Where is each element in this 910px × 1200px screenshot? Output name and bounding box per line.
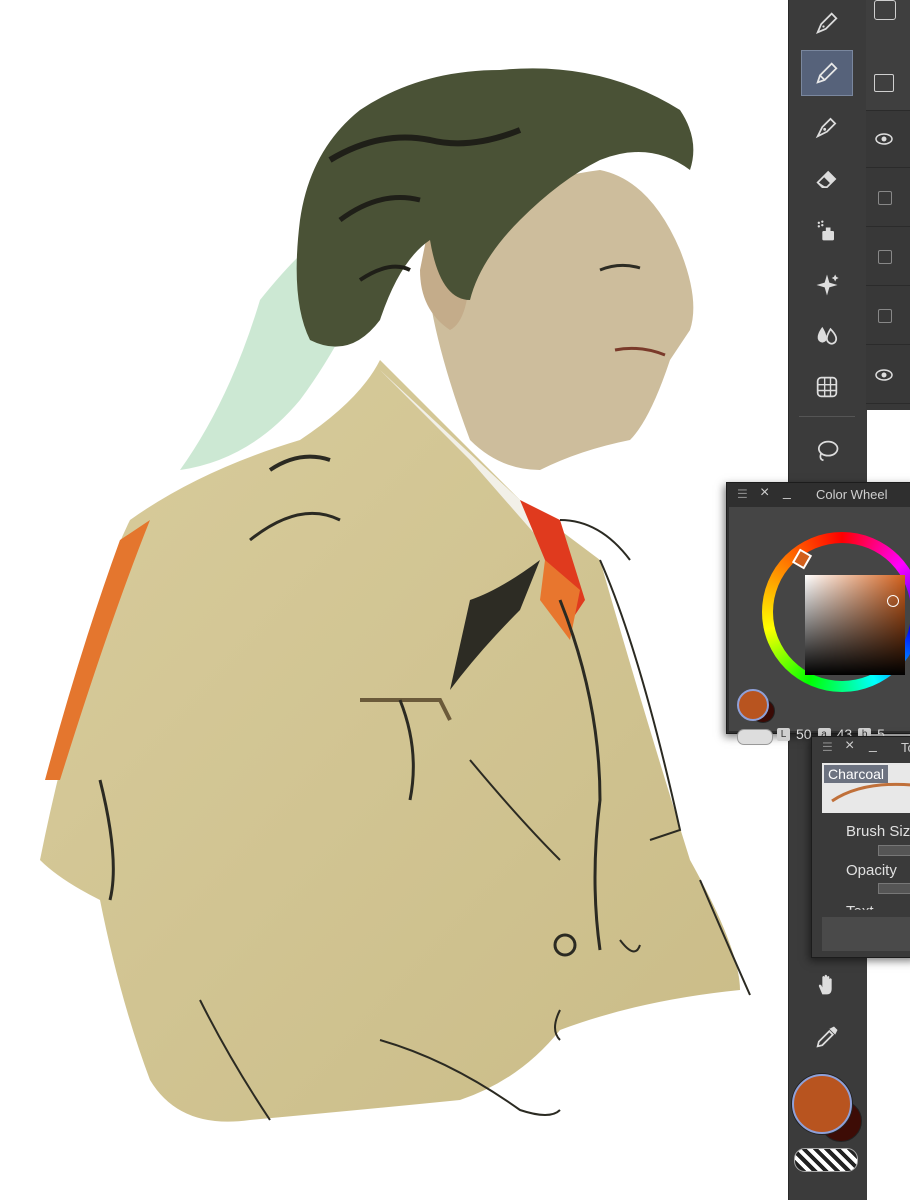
transparent-color-button[interactable] xyxy=(794,1148,858,1172)
menu-icon[interactable]: ☰ xyxy=(822,740,833,754)
airbrush-icon[interactable] xyxy=(801,208,853,254)
l-label: L xyxy=(777,727,790,741)
layer-frame-icon[interactable] xyxy=(874,0,896,20)
panel-title: To xyxy=(901,740,910,755)
lasso-icon[interactable] xyxy=(801,428,853,474)
brush-size-label: Brush Siz xyxy=(846,823,910,840)
tool-property-footer xyxy=(822,917,910,951)
eyedropper-icon[interactable] xyxy=(801,1014,853,1060)
main-color-indicator[interactable] xyxy=(792,1074,852,1134)
panel-title: Color Wheel xyxy=(816,487,888,502)
close-icon[interactable]: × xyxy=(845,737,854,755)
eye-icon[interactable] xyxy=(874,132,894,146)
main-color-swatch[interactable] xyxy=(737,689,769,721)
saturation-value-square[interactable] xyxy=(805,575,905,675)
layer-row[interactable] xyxy=(866,346,910,404)
artwork xyxy=(40,68,751,1122)
eye-icon[interactable] xyxy=(874,368,894,382)
brush-name: Charcoal xyxy=(824,765,889,783)
layer-checkbox[interactable] xyxy=(878,190,892,205)
ink-pen-icon[interactable] xyxy=(801,104,853,150)
minimize-icon[interactable]: _ xyxy=(869,736,877,752)
brush-size-slider[interactable] xyxy=(878,845,910,856)
drawing-canvas[interactable] xyxy=(0,0,788,1200)
pen-tool-icon[interactable] xyxy=(801,0,853,46)
color-wheel-titlebar[interactable]: ☰ × _ Color Wheel xyxy=(727,483,910,507)
tool-property-panel: ☰ × _ To Charcoal Brush Siz Opacity Text xyxy=(811,736,910,958)
layer-checkbox[interactable] xyxy=(878,249,892,264)
close-icon[interactable]: × xyxy=(760,484,769,502)
grid-icon[interactable] xyxy=(801,364,853,410)
minimize-icon[interactable]: _ xyxy=(783,483,791,499)
opacity-label: Opacity xyxy=(846,862,897,879)
toolbar-divider xyxy=(799,416,855,417)
l-value[interactable]: 50 xyxy=(796,726,812,742)
layer-row[interactable] xyxy=(866,110,910,168)
new-layer-icon[interactable] xyxy=(874,74,894,92)
layer-panel xyxy=(866,0,910,410)
transparent-color-toggle[interactable] xyxy=(737,729,773,745)
opacity-slider[interactable] xyxy=(878,883,910,894)
hand-icon[interactable] xyxy=(801,962,853,1008)
brush-preview[interactable]: Charcoal xyxy=(822,763,910,813)
layer-row[interactable] xyxy=(866,287,910,345)
menu-icon[interactable]: ☰ xyxy=(737,487,748,501)
color-wheel-panel: ☰ × _ Color Wheel L 50 a 43 b 5 xyxy=(726,482,910,745)
layer-panel-header xyxy=(866,0,910,111)
color-wheel-body: L 50 a 43 b 5 xyxy=(729,507,910,745)
layer-row[interactable] xyxy=(866,228,910,286)
tool-property-titlebar[interactable]: ☰ × _ To xyxy=(812,736,910,759)
layer-row[interactable] xyxy=(866,169,910,227)
layer-checkbox[interactable] xyxy=(878,308,892,323)
pencil-tool-icon[interactable] xyxy=(801,50,853,96)
color-picker-marker[interactable] xyxy=(887,595,899,607)
sparkle-icon[interactable] xyxy=(801,262,853,308)
blend-icon[interactable] xyxy=(801,312,853,358)
eraser-icon[interactable] xyxy=(801,156,853,202)
